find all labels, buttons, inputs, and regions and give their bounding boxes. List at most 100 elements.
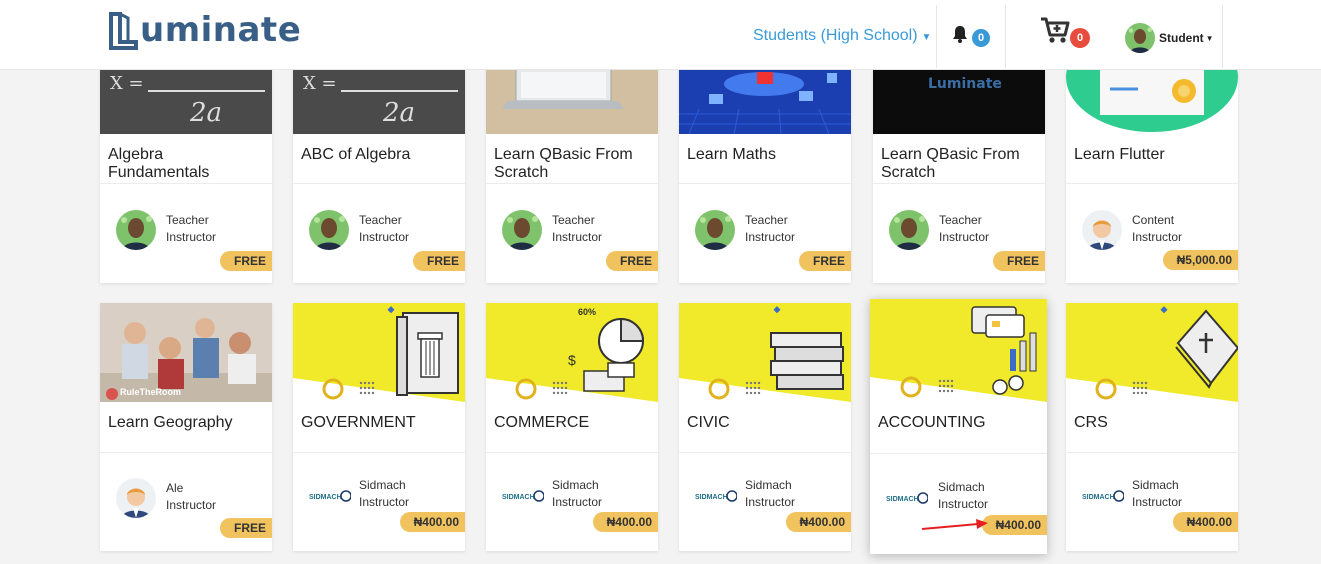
course-title[interactable]: CIVIC (687, 414, 847, 432)
thumbnail-watermark: RuleTheRoom (120, 387, 182, 397)
card-divider (873, 183, 1045, 184)
course-thumbnail (679, 303, 851, 402)
instructor-avatar (889, 210, 929, 250)
course-title[interactable]: Learn Maths (687, 146, 847, 164)
price-badge: ₦400.00 (785, 512, 851, 532)
sidmach-logo-icon: SIDMACH (886, 492, 928, 504)
course-thumbnail: X = 2a (100, 69, 272, 134)
course-title[interactable]: GOVERNMENT (301, 414, 461, 432)
instructor-name: Teacher (939, 213, 982, 227)
course-card[interactable]: Luminate Learn QBasic From Scratch Teach… (873, 69, 1045, 283)
card-divider (1066, 452, 1238, 453)
instructor-role: Instructor (552, 495, 603, 509)
books-stack-image (679, 303, 851, 402)
svg-text:X =: X = (110, 73, 144, 94)
instructor-role: Instructor (552, 230, 603, 244)
shopping-cart-icon (1041, 17, 1070, 43)
course-title[interactable]: Learn Geography (108, 414, 268, 432)
course-card[interactable]: CIVIC SIDMACH Sidmach Instructor ₦400.00 (679, 303, 851, 551)
chalkboard-formula-image: X = 2a (100, 69, 272, 134)
cart-badge: 0 (1070, 28, 1090, 48)
svg-text:X =: X = (303, 73, 337, 94)
thumbnail-percent-label: 60% (578, 307, 597, 317)
red-arrow-annotation-icon (921, 519, 988, 530)
price-badge: FREE (992, 251, 1045, 271)
course-title[interactable]: ABC of Algebra (301, 146, 461, 164)
instructor-name: Teacher (359, 213, 402, 227)
brand-name: uminate (140, 10, 302, 50)
sidmach-logo-icon: SIDMACH (695, 490, 737, 502)
course-card[interactable]: CRS SIDMACH Sidmach Instructor ₦400.00 (1066, 303, 1238, 551)
instructor-role: Instructor (359, 495, 410, 509)
course-title[interactable]: COMMERCE (494, 414, 654, 432)
instructor-name: Teacher (552, 213, 595, 227)
svg-text:2a: 2a (382, 98, 415, 128)
course-card[interactable]: Learn Flutter Content Instructor ₦5,000.… (1066, 69, 1238, 283)
course-card[interactable]: $ 60% COMMERCE SIDMACH Sidmach Instructo… (486, 303, 658, 551)
instructor-role: Instructor (166, 498, 217, 512)
instructor-name: Sidmach (745, 478, 792, 492)
course-title[interactable]: ACCOUNTING (878, 414, 1038, 432)
instructor-avatar (116, 478, 156, 518)
chevron-down-icon: ▼ (921, 32, 932, 43)
card-divider (293, 452, 465, 453)
instructor-name: Teacher (745, 213, 788, 227)
instructor-name: Sidmach (359, 478, 406, 492)
laptop-on-desk-image (486, 69, 658, 134)
course-card[interactable]: X = 2a ABC of Algebra Teacher Instructor… (293, 69, 465, 283)
card-divider (1066, 183, 1238, 184)
cart-button[interactable]: 0 (1040, 16, 1090, 49)
instructor-name: Sidmach (1132, 478, 1179, 492)
instructor-role: Instructor (359, 230, 410, 244)
price-badge: ₦400.00 (1172, 512, 1238, 532)
instructor-avatar (695, 210, 735, 250)
audience-dropdown[interactable]: Students (High School) ▼ (753, 27, 931, 45)
card-divider (486, 183, 658, 184)
nav-divider (1222, 5, 1223, 68)
course-title[interactable]: Learn QBasic From Scratch (494, 146, 654, 182)
price-badge: FREE (219, 518, 272, 538)
card-divider (486, 452, 658, 453)
course-thumbnail (293, 303, 465, 402)
svg-text:SIDMACH: SIDMACH (695, 494, 728, 501)
course-title[interactable]: Algebra Fundamentals (108, 146, 268, 182)
course-card[interactable]: RuleTheRoom Learn Geography Ale Instruct… (100, 303, 272, 551)
course-thumbnail (1066, 69, 1238, 134)
course-card[interactable]: Learn Maths Teacher Instructor FREE (679, 69, 851, 283)
price-badge: ₦400.00 (981, 515, 1047, 535)
notifications-badge: 0 (972, 29, 990, 47)
course-card[interactable]: X = 2a Algebra Fundamentals Teacher Inst… (100, 69, 272, 283)
piechart-money-image: $ (486, 303, 658, 402)
sidmach-logo-icon: SIDMACH (1082, 490, 1124, 502)
svg-text:2a: 2a (189, 98, 222, 128)
price-badge: FREE (605, 251, 658, 271)
avatar (1125, 23, 1155, 53)
pillar-book-image (293, 303, 465, 402)
user-menu[interactable]: Student ▼ (1125, 23, 1214, 53)
instructor-avatar (1082, 210, 1122, 250)
sidmach-logo-icon: SIDMACH (502, 490, 544, 502)
course-card[interactable]: Learn QBasic From Scratch Teacher Instru… (486, 69, 658, 283)
certificate-image (1066, 69, 1238, 134)
chevron-down-icon: ▼ (1205, 33, 1214, 43)
course-thumbnail (486, 69, 658, 134)
svg-text:$: $ (568, 352, 576, 368)
user-name: Student (1159, 31, 1204, 45)
card-divider (679, 452, 851, 453)
notifications-button[interactable]: 0 (951, 25, 990, 48)
instructor-role: Instructor (745, 495, 796, 509)
bible-image (1066, 303, 1238, 402)
course-title[interactable]: CRS (1074, 414, 1234, 432)
svg-text:SIDMACH: SIDMACH (1082, 494, 1115, 501)
course-title[interactable]: Learn QBasic From Scratch (881, 146, 1041, 182)
instructor-name: Sidmach (552, 478, 599, 492)
brand-logo[interactable]: uminate (108, 8, 301, 52)
course-title[interactable]: Learn Flutter (1074, 146, 1234, 164)
instructor-avatar (116, 210, 156, 250)
card-divider (100, 183, 272, 184)
instructor-role: Instructor (745, 230, 796, 244)
instructor-role: Instructor (938, 497, 989, 511)
price-badge: ₦400.00 (399, 512, 465, 532)
card-divider (679, 183, 851, 184)
course-card[interactable]: GOVERNMENT SIDMACH Sidmach Instructor ₦4… (293, 303, 465, 551)
